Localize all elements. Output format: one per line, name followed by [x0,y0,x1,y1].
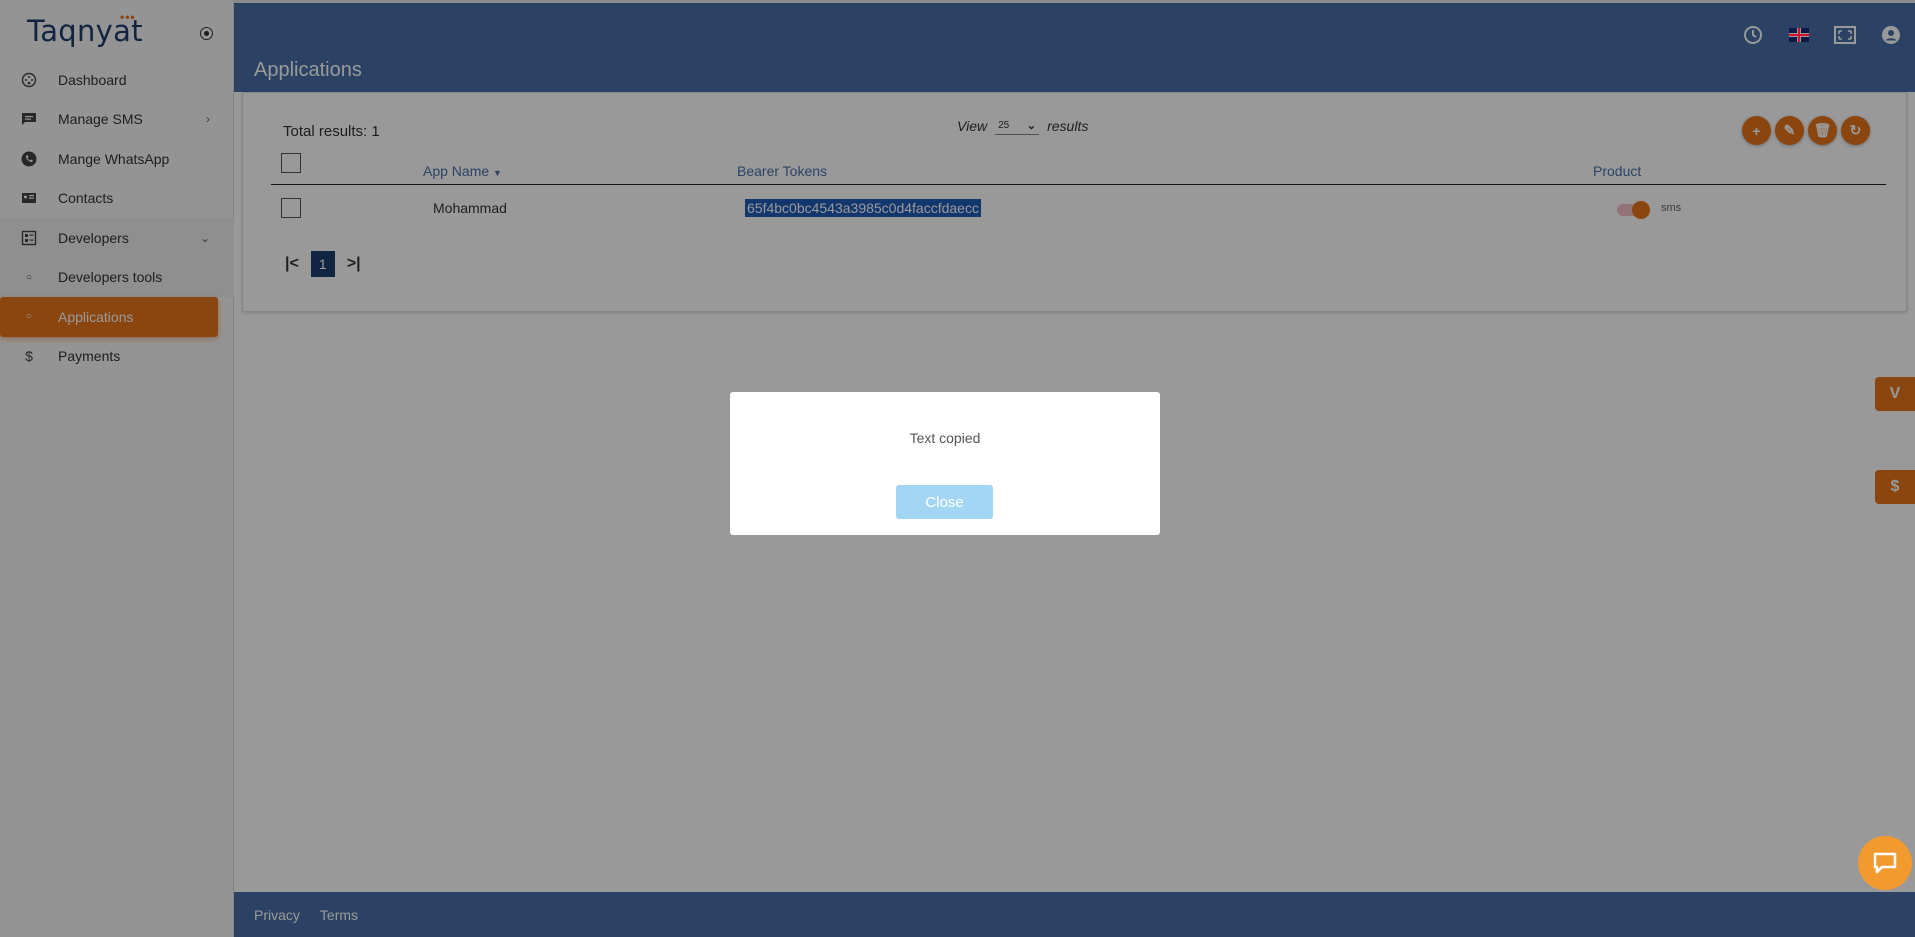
dialog-message: Text copied [909,430,981,446]
close-button[interactable]: Close [896,485,993,519]
copy-confirmation-dialog: Text copied Close [730,392,1160,535]
chat-widget-button[interactable] [1858,836,1912,890]
chat-icon [1873,852,1897,874]
